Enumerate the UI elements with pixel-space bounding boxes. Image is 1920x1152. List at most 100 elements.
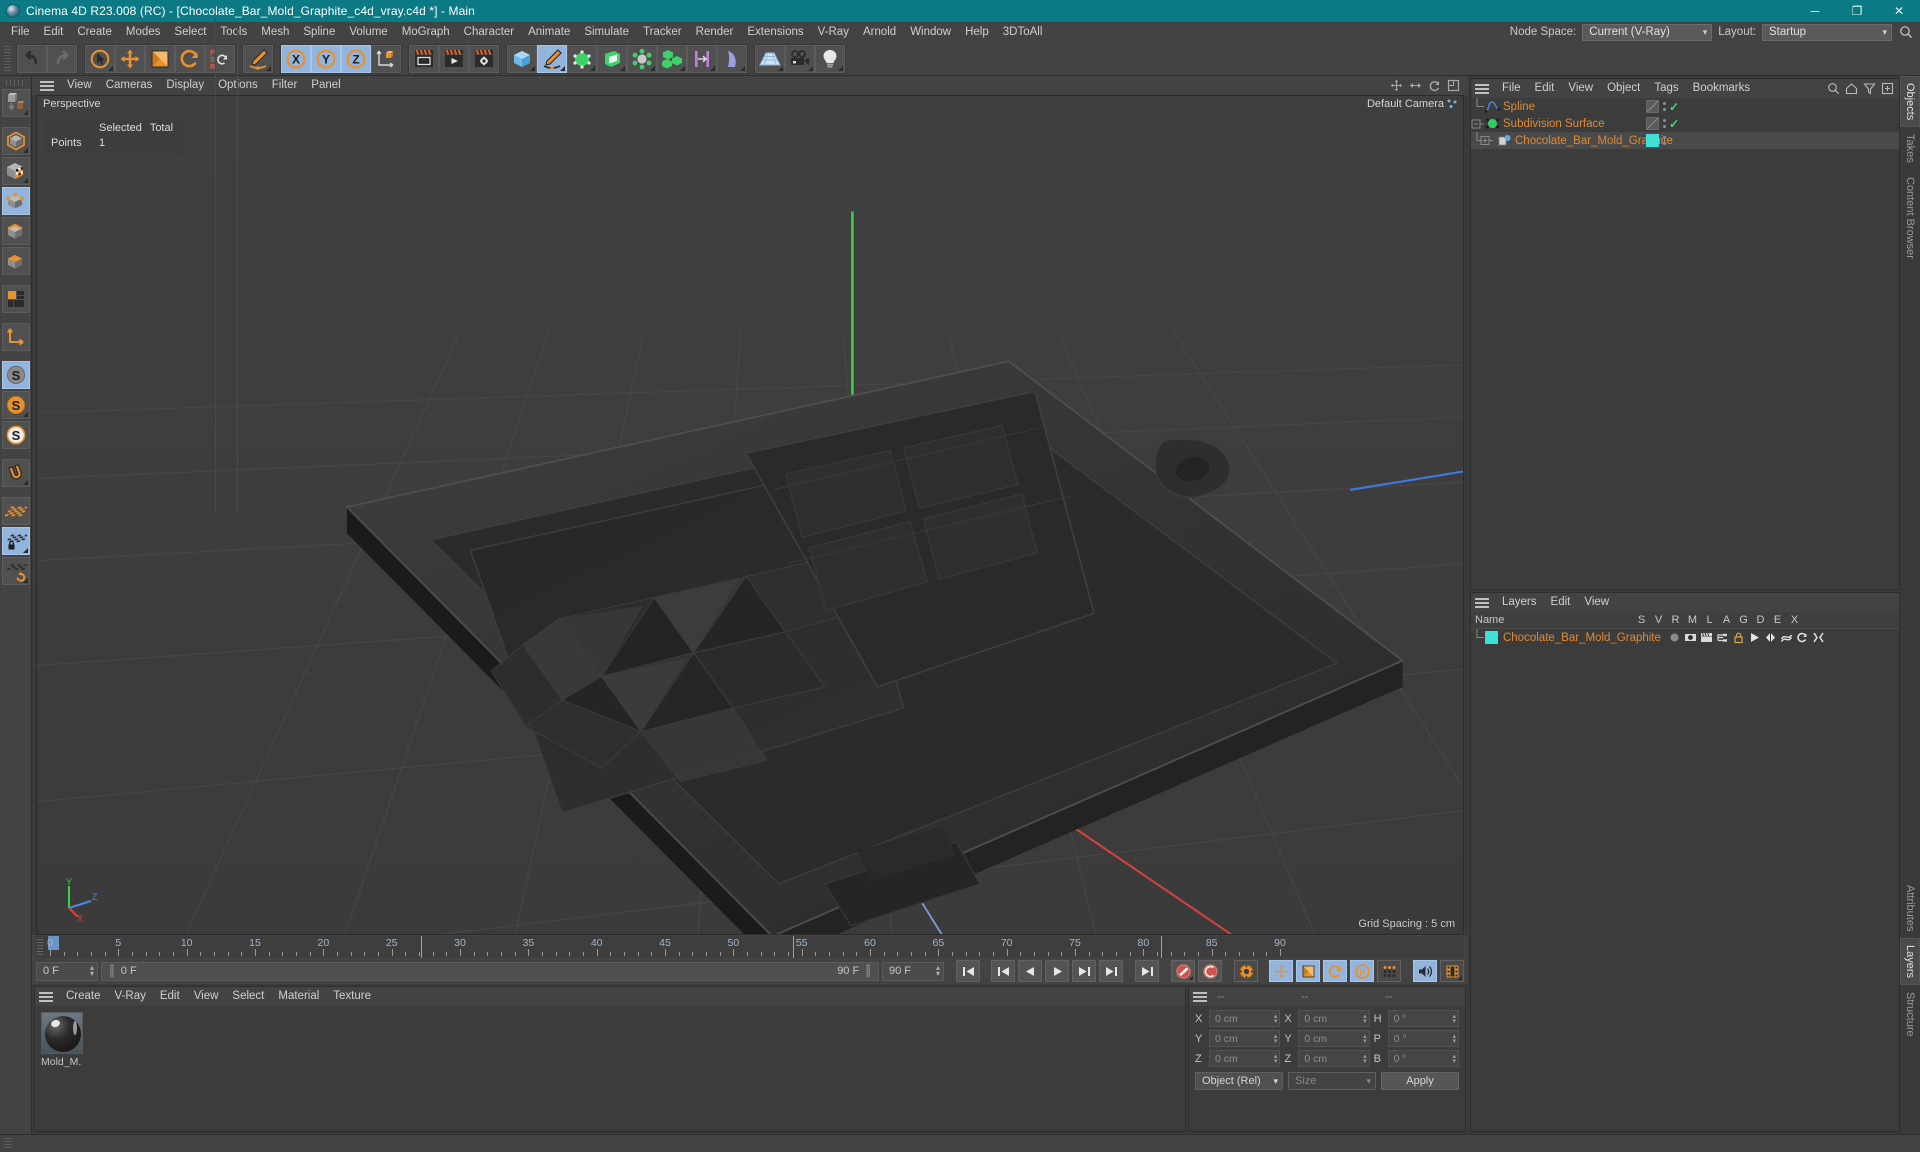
tool-expand-corner[interactable]: [680, 65, 685, 71]
rotation-h-field[interactable]: 0 ° ▴ ▾: [1387, 1010, 1459, 1027]
viewport-canvas[interactable]: [37, 96, 1463, 935]
viewport-menu-panel[interactable]: Panel: [304, 76, 347, 95]
menu-animate[interactable]: Animate: [521, 22, 577, 42]
menu-select[interactable]: Select: [167, 22, 213, 42]
object-menu-bookmarks[interactable]: Bookmarks: [1686, 79, 1758, 98]
render-view-button[interactable]: [409, 44, 439, 73]
material-menu-view[interactable]: View: [187, 987, 226, 1006]
points-mode-button[interactable]: [1, 187, 30, 215]
position-y-field[interactable]: 0 cm ▴ ▾: [1209, 1030, 1281, 1047]
spinner-icon[interactable]: ▴ ▾: [1452, 1013, 1456, 1025]
menu-window[interactable]: Window: [903, 22, 958, 42]
viewport-menu-display[interactable]: Display: [159, 76, 211, 95]
viewport-menu-view[interactable]: View: [60, 76, 99, 95]
enabled-check-icon[interactable]: ✓: [1669, 100, 1679, 114]
animation-toggle-icon[interactable]: [1748, 631, 1761, 644]
layer-menu-layers[interactable]: Layers: [1495, 593, 1544, 612]
spinner-icon[interactable]: ▴ ▾: [1274, 1013, 1278, 1025]
animation-filmstrip-button[interactable]: [1440, 960, 1464, 982]
camera-button[interactable]: [785, 44, 815, 73]
polygons-mode-button[interactable]: [1, 247, 30, 275]
viewport-scale-icon[interactable]: [1409, 79, 1422, 92]
enable-snap-button[interactable]: S: [1, 361, 30, 389]
tab-attributes[interactable]: Attributes: [1900, 877, 1920, 939]
menu-character[interactable]: Character: [457, 22, 522, 42]
spinner-icon[interactable]: ▴ ▾: [1363, 1053, 1367, 1065]
viewport-menu-cameras[interactable]: Cameras: [99, 76, 160, 95]
uv-mode-button[interactable]: [1, 285, 30, 313]
lock-toggle-icon[interactable]: [1732, 631, 1745, 644]
size-z-field[interactable]: 0 cm ▴ ▾: [1298, 1050, 1370, 1067]
material-item[interactable]: Mold_M.: [41, 1012, 83, 1068]
render-to-picture-viewer-button[interactable]: [439, 44, 469, 73]
apply-button[interactable]: Apply: [1381, 1072, 1459, 1090]
search-icon[interactable]: [1827, 82, 1840, 95]
lock-z-axis-button[interactable]: Z: [341, 44, 371, 73]
menu-create[interactable]: Create: [70, 22, 119, 42]
display-tag-icon[interactable]: [1646, 117, 1659, 130]
display-tag-icon[interactable]: [1646, 100, 1659, 113]
keyframe-selection-button[interactable]: [1234, 960, 1258, 982]
tool-expand-corner[interactable]: [22, 148, 28, 153]
manager-toggle-icon[interactable]: [1716, 631, 1729, 644]
go-to-end-button[interactable]: [1099, 960, 1123, 982]
add-layer-icon[interactable]: [1881, 82, 1894, 95]
layer-col-d[interactable]: D: [1752, 614, 1769, 626]
generator-button[interactable]: [597, 44, 627, 73]
quantize-snap-button[interactable]: S: [1, 391, 30, 419]
tab-objects[interactable]: Objects: [1900, 76, 1920, 128]
layer-color-tag-icon[interactable]: [1646, 134, 1659, 147]
layer-menu-view[interactable]: View: [1577, 593, 1616, 612]
object-menu-edit[interactable]: Edit: [1528, 79, 1562, 98]
floor-button[interactable]: [755, 44, 785, 73]
tool-expand-corner[interactable]: [1189, 976, 1193, 980]
tool-expand-corner[interactable]: [560, 65, 565, 71]
go-to-previous-keyframe-button[interactable]: [991, 960, 1015, 982]
size-y-field[interactable]: 0 cm ▴ ▾: [1298, 1030, 1370, 1047]
tool-expand-corner[interactable]: [108, 65, 113, 71]
material-menu-select[interactable]: Select: [225, 987, 271, 1006]
move-tool-button[interactable]: [115, 44, 145, 73]
rotate-tool-button[interactable]: [175, 44, 205, 73]
object-row-spline[interactable]: Spline ✓: [1471, 98, 1899, 115]
maximize-button[interactable]: ❐: [1836, 0, 1878, 22]
tool-expand-corner[interactable]: [838, 65, 843, 71]
render-settings-button[interactable]: [469, 44, 499, 73]
size-mode-dropdown[interactable]: Size ▾: [1288, 1072, 1376, 1090]
layer-col-r[interactable]: R: [1667, 614, 1684, 626]
status-bar-grip[interactable]: [4, 1137, 12, 1150]
record-pla-button[interactable]: P: [1350, 960, 1374, 982]
material-thumbnail[interactable]: [41, 1012, 83, 1054]
layer-row[interactable]: Chocolate_Bar_Mold_Graphite: [1471, 629, 1899, 646]
autokeying-button[interactable]: [1198, 960, 1222, 982]
material-menu-material[interactable]: Material: [271, 987, 326, 1006]
tool-expand-corner[interactable]: [740, 65, 745, 71]
viewport-menu-hamburger-icon[interactable]: [40, 80, 54, 91]
menu-simulate[interactable]: Simulate: [577, 22, 636, 42]
model-mode-button[interactable]: [1, 127, 30, 155]
record-rotation-button[interactable]: [1323, 960, 1347, 982]
object-menu-view[interactable]: View: [1561, 79, 1600, 98]
expressions-toggle-icon[interactable]: [1796, 631, 1809, 644]
rotation-p-field[interactable]: 0 ° ▴ ▾: [1387, 1030, 1459, 1047]
object-menu-object[interactable]: Object: [1600, 79, 1647, 98]
layer-col-e[interactable]: E: [1769, 614, 1786, 626]
camera-dots-icon[interactable]: [1447, 99, 1457, 109]
axis-modify-button[interactable]: [1, 323, 30, 351]
close-button[interactable]: ✕: [1878, 0, 1920, 22]
edges-mode-button[interactable]: [1, 217, 30, 245]
deformers-toggle-icon[interactable]: [1780, 631, 1793, 644]
spinner-icon[interactable]: ▴ ▾: [1274, 1053, 1278, 1065]
world-object-coordinates-button[interactable]: [371, 44, 401, 73]
undo-button[interactable]: [17, 44, 47, 73]
coordinate-mode-dropdown[interactable]: Object (Rel) ▾: [1195, 1072, 1283, 1090]
visibility-dots-icon[interactable]: [1662, 135, 1666, 147]
tool-expand-corner[interactable]: [266, 65, 271, 71]
texture-mode-button[interactable]: [1, 157, 30, 185]
layer-col-l[interactable]: L: [1701, 614, 1718, 626]
instance-button[interactable]: [687, 44, 717, 73]
psr-button[interactable]: PSR: [205, 44, 235, 73]
search-icon[interactable]: [1898, 24, 1914, 40]
tool-expand-corner[interactable]: [620, 65, 625, 71]
viewport-rotate-icon[interactable]: [1428, 79, 1441, 92]
